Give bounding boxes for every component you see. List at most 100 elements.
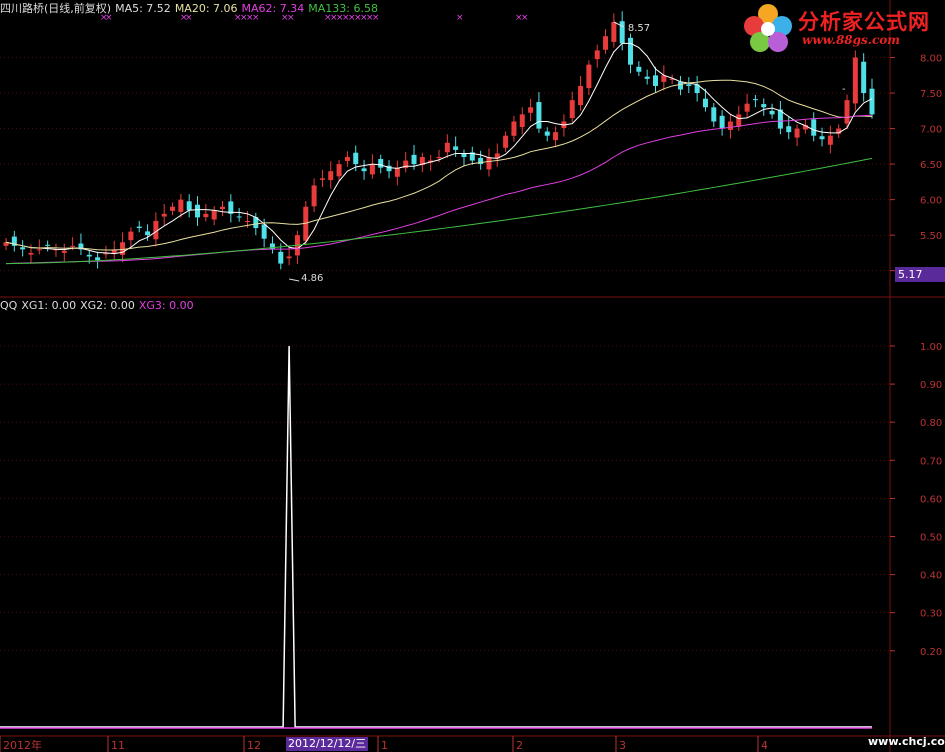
indicator-axis-label: 0.70 bbox=[920, 456, 942, 467]
candle-body bbox=[45, 244, 51, 246]
candle-body bbox=[619, 21, 625, 44]
logo-title: 分析家公式网 bbox=[798, 10, 930, 34]
candle-body bbox=[528, 107, 534, 113]
candle-body bbox=[145, 231, 151, 236]
candle-body bbox=[569, 100, 575, 119]
indicator-axis-label: 1.00 bbox=[920, 342, 942, 353]
cursor-date: 2012/12/12/三 bbox=[286, 737, 369, 751]
candle-body bbox=[827, 135, 833, 145]
indicator-axis-label: 0.60 bbox=[920, 494, 942, 505]
site-logo: 分析家公式网 www.88gs.com bbox=[740, 0, 945, 55]
candle-body bbox=[61, 250, 67, 253]
candle-body bbox=[411, 154, 417, 165]
candle-body bbox=[686, 84, 692, 86]
date-axis-label: 2 bbox=[516, 739, 523, 752]
price-axis-label: 6.50 bbox=[920, 160, 942, 171]
candle-body bbox=[261, 224, 267, 239]
candle-body bbox=[752, 99, 758, 101]
candle-body bbox=[186, 201, 192, 211]
candle-body bbox=[86, 254, 92, 257]
price-axis-label: 6.00 bbox=[920, 196, 942, 207]
ma5-label: MA5: 7.52 bbox=[115, 2, 171, 15]
candle-body bbox=[852, 57, 858, 104]
low-price-label: 4.86 bbox=[301, 273, 323, 284]
stock-title: 四川路桥(日线,前复权) bbox=[0, 2, 112, 15]
candle-body bbox=[211, 210, 217, 220]
candle-body bbox=[844, 100, 850, 124]
candle-body bbox=[611, 22, 617, 42]
candle-body bbox=[361, 168, 367, 172]
indicator-axis-label: 0.40 bbox=[920, 571, 942, 582]
candle-body bbox=[278, 251, 284, 264]
candle-body bbox=[544, 131, 550, 136]
candle-body bbox=[20, 247, 26, 250]
signal-marker: × bbox=[521, 13, 529, 23]
candle-body bbox=[578, 85, 584, 106]
chart-canvas[interactable]: 8.007.507.006.506.005.505.001.000.900.80… bbox=[0, 0, 945, 752]
price-axis-label: 8.00 bbox=[920, 54, 942, 65]
candle-body bbox=[128, 231, 134, 241]
candle-body bbox=[336, 164, 342, 177]
candle-body bbox=[761, 104, 767, 108]
ma62-label: MA62: 7.34 bbox=[241, 2, 305, 15]
candle-body bbox=[328, 171, 334, 181]
price-chart-header: 四川路桥(日线,前复权) MA5: 7.52 MA20: 7.06 MA62: 7.3… bbox=[0, 2, 382, 16]
xg1-label: XG1: 0.00 bbox=[21, 299, 77, 312]
qq-label: QQ bbox=[0, 299, 18, 312]
candle-body bbox=[311, 185, 317, 207]
candle-body bbox=[519, 114, 525, 128]
candle-body bbox=[453, 146, 459, 150]
candle-body bbox=[636, 66, 642, 72]
candle-body bbox=[319, 178, 325, 180]
candle-body bbox=[161, 213, 167, 217]
candle-body bbox=[344, 157, 350, 161]
candle-body bbox=[461, 153, 467, 157]
candle-body bbox=[486, 157, 492, 170]
candle-body bbox=[553, 132, 559, 141]
low-marker bbox=[289, 278, 300, 282]
ma133-label: MA133: 6.58 bbox=[308, 2, 378, 15]
candle-body bbox=[786, 126, 792, 133]
candle-body bbox=[178, 199, 184, 212]
candle-body bbox=[28, 252, 34, 255]
candle-body bbox=[536, 102, 542, 129]
logo-url: www.88gs.com bbox=[802, 33, 900, 47]
watermark: www.chcj.com bbox=[868, 735, 945, 748]
candle-body bbox=[736, 114, 742, 127]
date-axis-label: 3 bbox=[619, 739, 626, 752]
candle-body bbox=[653, 75, 658, 86]
candle-body bbox=[719, 115, 725, 129]
candle-body bbox=[353, 152, 359, 165]
candle-body bbox=[136, 226, 142, 229]
flower-logo-icon bbox=[744, 4, 792, 52]
candle-body bbox=[711, 107, 717, 122]
candle-body bbox=[744, 103, 750, 112]
candle-body bbox=[244, 220, 250, 223]
price-axis-label: 7.00 bbox=[920, 125, 942, 136]
price-axis-label: 5.50 bbox=[920, 231, 942, 242]
signal-marker: × bbox=[456, 13, 464, 23]
date-axis-label: 1 bbox=[381, 739, 388, 752]
dash-mark: - bbox=[842, 84, 846, 95]
date-axis-label: 11 bbox=[111, 739, 125, 752]
candle-body bbox=[203, 213, 209, 218]
candle-body bbox=[436, 157, 442, 159]
date-axis-label: 2012年 bbox=[3, 738, 42, 752]
candle-body bbox=[70, 245, 76, 247]
candle-body bbox=[769, 110, 775, 115]
candle-body bbox=[628, 37, 634, 65]
candle-body bbox=[702, 98, 708, 108]
indicator-axis-label: 0.30 bbox=[920, 609, 942, 620]
candle-body bbox=[378, 159, 384, 168]
indicator-axis-label: 0.80 bbox=[920, 418, 942, 429]
candle-body bbox=[220, 206, 225, 210]
candle-body bbox=[269, 243, 275, 250]
price-axis-label: 7.50 bbox=[920, 89, 942, 100]
candle-body bbox=[594, 50, 600, 60]
high-price-label: 8.57 bbox=[628, 23, 650, 34]
candle-body bbox=[677, 81, 683, 90]
candle-body bbox=[819, 136, 825, 140]
candle-body bbox=[36, 249, 42, 251]
candle-body bbox=[503, 135, 509, 148]
candle-body bbox=[603, 36, 609, 50]
